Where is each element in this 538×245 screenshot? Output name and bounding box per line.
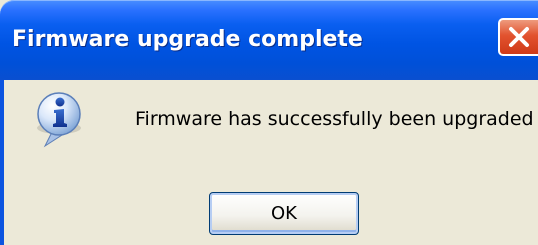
dialog-title: Firmware upgrade complete — [12, 27, 363, 52]
close-icon — [509, 27, 529, 47]
info-icon — [37, 92, 81, 148]
ok-button[interactable]: OK — [209, 192, 359, 235]
dialog-body: Firmware has successfully been upgraded … — [4, 80, 538, 245]
title-bar[interactable]: Firmware upgrade complete — [0, 0, 538, 80]
close-button[interactable] — [498, 18, 538, 56]
dialog-window: Firmware upgrade complete Firmware has s… — [0, 0, 538, 245]
ok-button-label: OK — [271, 203, 297, 224]
dialog-message: Firmware has successfully been upgraded — [135, 108, 534, 130]
